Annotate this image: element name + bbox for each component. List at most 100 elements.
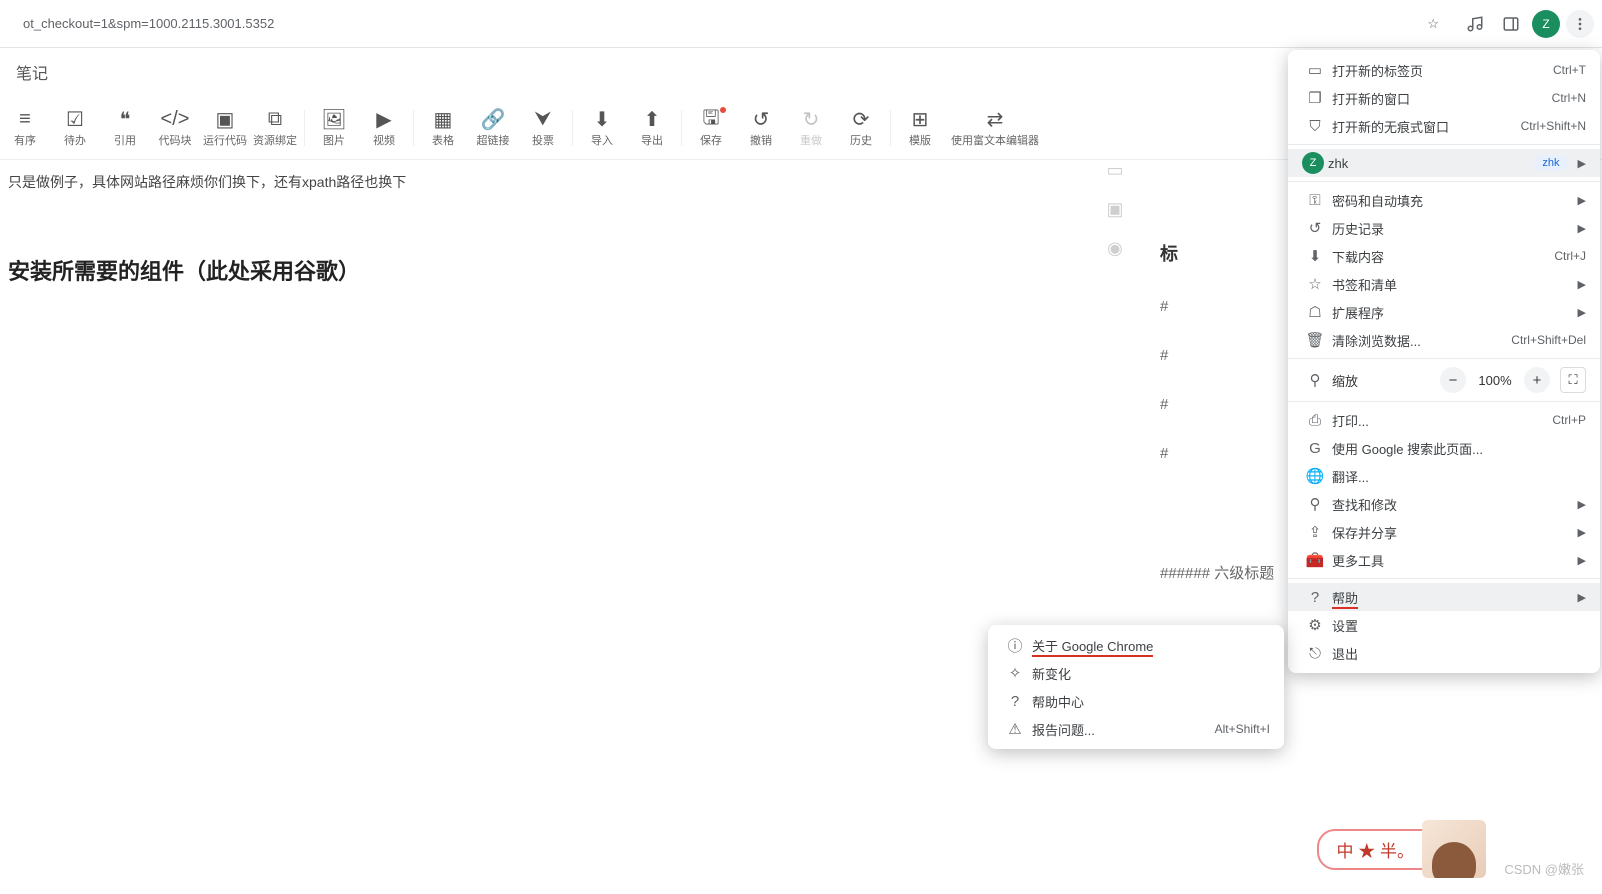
check-icon: ☑ [66, 108, 84, 132]
template-icon: ⊞ [912, 108, 929, 132]
toolbar-img-button[interactable]: 🖼图片 [309, 101, 359, 155]
menu-find[interactable]: ⚲查找和修改▶ [1288, 490, 1600, 518]
video-icon: ▶ [376, 108, 391, 132]
toolbar-undo-button[interactable]: ↺撤销 [736, 101, 786, 155]
table-icon: ▦ [434, 108, 453, 132]
toolbar-table-button[interactable]: ▦表格 [418, 101, 468, 155]
toolbar-link-button[interactable]: 🔗超链接 [468, 101, 518, 155]
google-icon: G [1302, 440, 1328, 457]
code-icon: </> [161, 108, 190, 132]
chrome-main-menu: ▭打开新的标签页Ctrl+T ❐打开新的窗口Ctrl+N ⛉打开新的无痕式窗口C… [1288, 50, 1600, 673]
toolbar-redo-button[interactable]: ↻重做 [786, 101, 836, 155]
menu-settings[interactable]: ⚙设置 [1288, 611, 1600, 639]
rte-icon: ⇄ [987, 108, 1004, 132]
menu-help[interactable]: ?帮助▶ [1288, 583, 1600, 611]
profile-avatar[interactable]: Z [1532, 10, 1560, 38]
menu-more-tools[interactable]: 🧰更多工具▶ [1288, 546, 1600, 574]
bookmark-star-icon[interactable]: ☆ [1427, 16, 1439, 32]
import-icon: ⬇ [594, 108, 611, 132]
toolbar-check-button[interactable]: ☑待办 [50, 101, 100, 155]
toolbar-label: 保存 [700, 132, 722, 148]
toolbar-template-button[interactable]: ⊞模版 [895, 101, 945, 155]
menu-exit[interactable]: ⎋退出 [1288, 639, 1600, 667]
submenu-help-center[interactable]: ?帮助中心 [988, 687, 1284, 715]
zoom-out-button[interactable]: − [1440, 367, 1466, 393]
toolbar-history-button[interactable]: ⟳历史 [836, 101, 886, 155]
help-submenu: ⓘ关于 Google Chrome ✧新变化 ?帮助中心 ⚠报告问题...Alt… [988, 625, 1284, 749]
menu-print[interactable]: ⎙打印...Ctrl+P [1288, 406, 1600, 434]
toolbar-vote-button[interactable]: ⮟投票 [518, 101, 568, 155]
tab-icon: ▭ [1302, 61, 1328, 79]
trash-icon: 🗑 [1302, 331, 1328, 349]
quote-icon: ❝ [120, 108, 131, 132]
url-box[interactable]: ot_checkout=1&spm=1000.2115.3001.5352 ☆ [8, 7, 1454, 41]
help-icon: ? [1302, 589, 1328, 606]
toolbar-video-button[interactable]: ▶视频 [359, 101, 409, 155]
list-icon: ≡ [19, 108, 31, 132]
toolbar-label: 代码块 [159, 132, 192, 148]
menu-bookmarks[interactable]: ☆书签和清单▶ [1288, 270, 1600, 298]
toolbar-list-button[interactable]: ≡有序 [0, 101, 50, 155]
sparkle-icon: ✧ [1002, 664, 1028, 682]
toolbar-label: 使用富文本编辑器 [951, 132, 1039, 148]
toolbar-export-button[interactable]: ⬆导出 [627, 101, 677, 155]
share-icon: ⇪ [1302, 523, 1328, 541]
fullscreen-button[interactable]: ⛶ [1560, 367, 1586, 393]
find-icon: ⚲ [1302, 495, 1328, 513]
run-icon: ▣ [216, 108, 235, 132]
toolbar-save-button[interactable]: 🖫保存 [686, 101, 736, 155]
toolbar-code-button[interactable]: </>代码块 [150, 101, 200, 155]
profile-avatar-icon: Z [1302, 152, 1324, 174]
side-tool-icons: ▭ ▣ ◉ [1097, 160, 1133, 259]
menu-extensions[interactable]: ☖扩展程序▶ [1288, 298, 1600, 326]
img-icon: 🖼 [321, 108, 346, 132]
unsaved-dot-icon [720, 107, 726, 113]
toolbar-rte-button[interactable]: ⇄使用富文本编辑器 [945, 101, 1045, 155]
media-control-icon[interactable] [1460, 9, 1490, 39]
zoom-icon: ⚲ [1302, 371, 1328, 389]
menu-translate[interactable]: 🌐翻译... [1288, 462, 1600, 490]
menu-google-search[interactable]: G使用 Google 搜索此页面... [1288, 434, 1600, 462]
toolbar-import-button[interactable]: ⬇导入 [577, 101, 627, 155]
translate-icon: 🌐 [1302, 467, 1328, 485]
book-icon[interactable]: ▣ [1106, 199, 1123, 220]
zoom-in-button[interactable]: + [1524, 367, 1550, 393]
menu-new-tab[interactable]: ▭打开新的标签页Ctrl+T [1288, 56, 1600, 84]
eye-icon[interactable]: ◉ [1107, 238, 1123, 259]
floating-avatar-image[interactable] [1422, 820, 1486, 878]
toolbar-label: 模版 [909, 132, 931, 148]
toolbar-quote-button[interactable]: ❝引用 [100, 101, 150, 155]
menu-save-share[interactable]: ⇪保存并分享▶ [1288, 518, 1600, 546]
submenu-about-chrome[interactable]: ⓘ关于 Google Chrome [988, 631, 1284, 659]
menu-new-window[interactable]: ❐打开新的窗口Ctrl+N [1288, 84, 1600, 112]
menu-passwords[interactable]: ⚿密码和自动填充▶ [1288, 186, 1600, 214]
menu-clear-data[interactable]: 🗑清除浏览数据...Ctrl+Shift+Del [1288, 326, 1600, 354]
toolbar-label: 图片 [323, 132, 345, 148]
panel-toggle-icon[interactable]: ▭ [1106, 160, 1123, 181]
toolbar-label: 运行代码 [203, 132, 247, 148]
menu-history[interactable]: ↺历史记录▶ [1288, 214, 1600, 242]
window-icon: ❐ [1302, 89, 1328, 107]
url-text: ot_checkout=1&spm=1000.2115.3001.5352 [23, 16, 274, 31]
toolbar-label: 表格 [432, 132, 454, 148]
gear-icon: ⚙ [1302, 616, 1328, 634]
side-panel-icon[interactable] [1496, 9, 1526, 39]
exit-icon: ⎋ [1302, 645, 1328, 662]
menu-incognito[interactable]: ⛉打开新的无痕式窗口Ctrl+Shift+N [1288, 112, 1600, 140]
history-icon: ↺ [1302, 219, 1328, 237]
chrome-menu-button[interactable] [1566, 10, 1594, 38]
history-icon: ⟳ [853, 108, 870, 132]
menu-profile[interactable]: Zzhkzhk▶ [1288, 149, 1600, 177]
toolbar-label: 投票 [532, 132, 554, 148]
bookmark-icon: ☆ [1302, 275, 1328, 293]
toolbar-label: 撤销 [750, 132, 772, 148]
toolbar-label: 待办 [64, 132, 86, 148]
toolbar-bind-button[interactable]: ⧉资源绑定 [250, 101, 300, 155]
bind-icon: ⧉ [268, 108, 282, 132]
toolbar-run-button[interactable]: ▣运行代码 [200, 101, 250, 155]
menu-downloads[interactable]: ⬇下载内容Ctrl+J [1288, 242, 1600, 270]
download-icon: ⬇ [1302, 247, 1328, 265]
print-icon: ⎙ [1302, 412, 1328, 429]
submenu-whats-new[interactable]: ✧新变化 [988, 659, 1284, 687]
submenu-report-issue[interactable]: ⚠报告问题...Alt+Shift+I [988, 715, 1284, 743]
